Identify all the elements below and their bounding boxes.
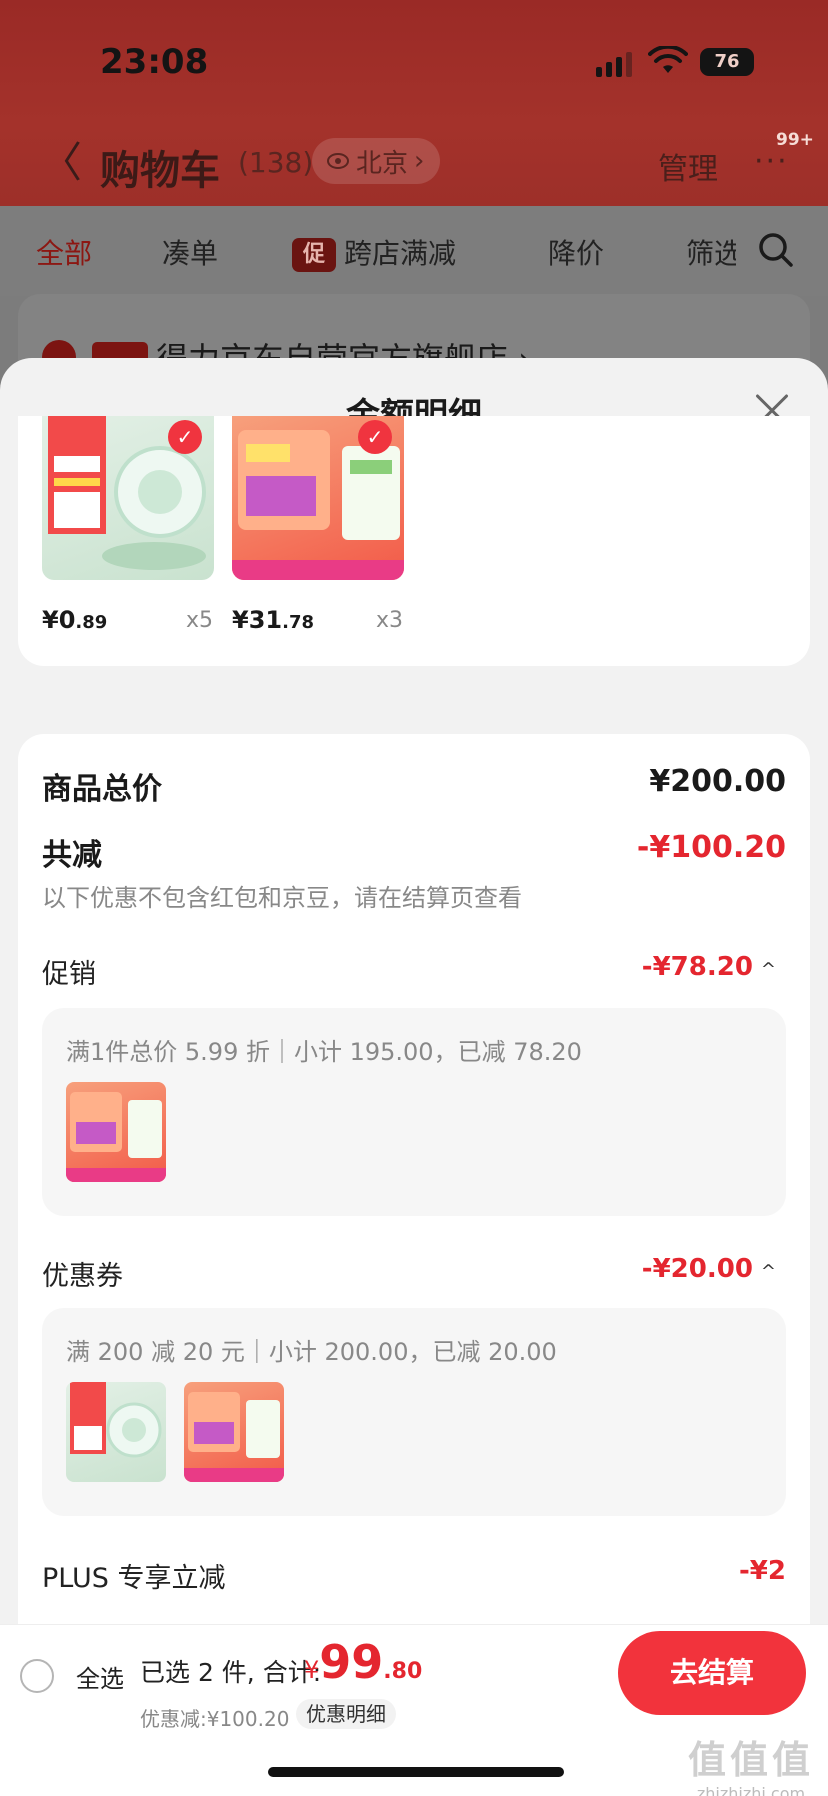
- promotion-detail: 满1件总价 5.99 折｜小计 195.00，已减 78.20: [42, 1008, 786, 1216]
- header: 23:08 76 〈 购物车 (138) 北京 › 管理 ··· 99+: [0, 0, 828, 206]
- item-price: ¥0.89: [42, 606, 108, 634]
- reduce-label: 共减: [42, 838, 102, 873]
- wifi-icon: [648, 46, 688, 73]
- tab-filter[interactable]: 筛选: [686, 232, 736, 272]
- cart-count: (138): [238, 146, 314, 179]
- tab-all[interactable]: 全部: [36, 232, 92, 272]
- promotion-row[interactable]: 促销 -¥78.20 ^: [42, 952, 786, 992]
- home-indicator: [268, 1767, 564, 1777]
- promo-badge: 促: [292, 238, 336, 272]
- chevron-right-icon: ›: [414, 146, 425, 176]
- checkout-bar: 全选 已选 2 件, 合计: ¥99.80 优惠减:¥100.20 优惠明细 去…: [0, 1624, 828, 1796]
- tab-cross-store[interactable]: 促跨店满减: [292, 232, 456, 272]
- selected-summary: 已选 2 件, 合计:: [140, 1658, 322, 1687]
- back-button[interactable]: 〈: [40, 142, 82, 184]
- coupon-label: 优惠券: [42, 1261, 123, 1292]
- plus-discount-row: PLUS 专享立减 -¥2: [42, 1556, 786, 1596]
- item-checked-icon[interactable]: ✓: [168, 420, 202, 454]
- discount-amount: 优惠减:¥100.20: [140, 1707, 290, 1731]
- select-all-label[interactable]: 全选: [76, 1659, 124, 1694]
- cellular-signal-icon: [596, 52, 632, 77]
- milk-thumb-art: [66, 1092, 166, 1182]
- location-label: 北京: [356, 148, 409, 179]
- page-title: 购物车: [100, 148, 220, 194]
- tab-bundle[interactable]: 凑单: [162, 232, 218, 272]
- nav-bar: 〈 购物车 (138) 北京 › 管理 ··· 99+: [0, 120, 828, 206]
- total-amount: ¥99.80: [304, 1635, 423, 1689]
- promotion-value: -¥78.20 ^: [641, 952, 776, 982]
- status-bar: 23:08 76: [0, 0, 828, 120]
- plus-discount-value: -¥2: [739, 1556, 786, 1586]
- item-quantity: x3: [376, 608, 404, 633]
- eye-icon: [327, 153, 349, 169]
- item-checked-icon[interactable]: ✓: [358, 420, 392, 454]
- checkout-button[interactable]: 去结算: [618, 1631, 806, 1715]
- battery-icon: 76: [700, 48, 754, 76]
- reduce-note: 以下优惠不包含红包和京豆，请在结算页查看: [42, 884, 522, 912]
- coupon-value: -¥20.00 ^: [641, 1254, 776, 1284]
- item-quantity: x5: [186, 608, 214, 633]
- plus-discount-label: PLUS 专享立减: [42, 1563, 226, 1594]
- status-time: 23:08: [100, 42, 209, 82]
- promotion-desc: 满1件总价 5.99 折｜小计 195.00，已减 78.20: [66, 1038, 582, 1066]
- chevron-up-icon: ^: [760, 959, 776, 980]
- total-price-value: ¥200.00: [649, 764, 786, 799]
- filter-tabs: 全部 凑单 促跨店满减 降价 筛选: [0, 206, 828, 296]
- message-badge: 99+: [776, 130, 814, 150]
- product-thumbnail[interactable]: [66, 1082, 166, 1182]
- reduce-note-row: 以下优惠不包含红包和京豆，请在结算页查看: [42, 878, 786, 912]
- tab-price-drop[interactable]: 降价: [548, 232, 604, 272]
- coupon-row[interactable]: 优惠券 -¥20.00 ^: [42, 1254, 786, 1294]
- search-icon[interactable]: [756, 230, 796, 270]
- product-thumbnail[interactable]: [184, 1382, 284, 1482]
- tab-cross-store-label: 跨店满减: [344, 237, 457, 270]
- total-price-row: 商品总价 ¥200.00: [42, 764, 786, 807]
- location-selector[interactable]: 北京 ›: [312, 138, 441, 184]
- watermark: 值值值 zhizhizhi.com: [687, 1738, 814, 1796]
- discount-detail-button[interactable]: 优惠明细: [296, 1699, 396, 1729]
- chevron-up-icon: ^: [760, 1261, 776, 1282]
- coupon-desc: 满 200 减 20 元｜小计 200.00，已减 20.00: [66, 1338, 557, 1366]
- reduce-value: -¥100.20: [636, 830, 786, 865]
- reduce-row: 共减 -¥100.20: [42, 830, 786, 873]
- milk-thumb-art: [184, 1392, 284, 1482]
- coupon-detail: 满 200 减 20 元｜小计 200.00，已减 20.00: [42, 1308, 786, 1516]
- manage-button[interactable]: 管理: [658, 144, 718, 188]
- amount-detail-sheet: 金额明细 ✓ ¥0.89 x5: [0, 358, 828, 1796]
- product-thumbnail[interactable]: [66, 1382, 166, 1482]
- total-price-label: 商品总价: [42, 772, 162, 807]
- promotion-label: 促销: [42, 959, 96, 990]
- selected-goods-card: ✓ ¥0.89 x5 ✓ ¥31.78 x3: [18, 416, 810, 666]
- tape-thumb-art: [70, 1382, 162, 1458]
- select-all-checkbox[interactable]: [20, 1659, 54, 1693]
- item-price: ¥31.78: [232, 606, 314, 634]
